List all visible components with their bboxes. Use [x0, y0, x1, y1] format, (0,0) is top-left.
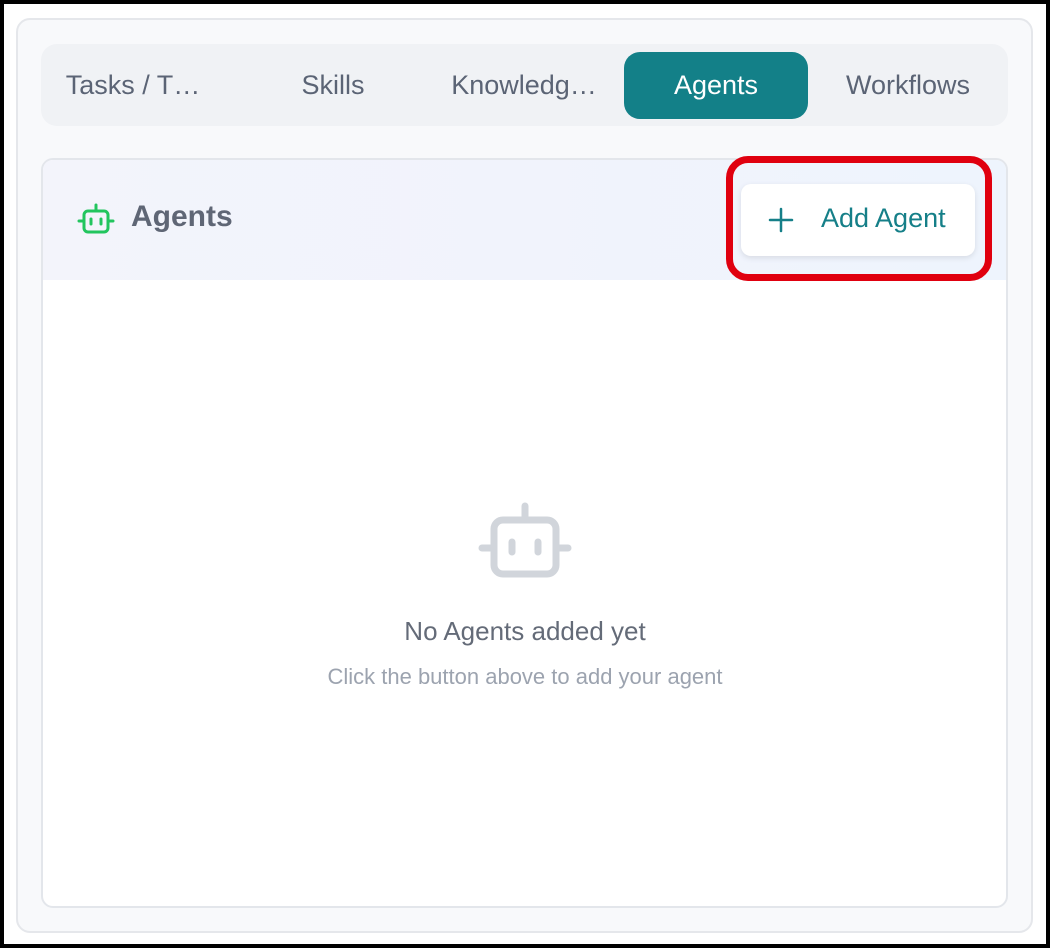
robot-icon	[77, 203, 115, 234]
tab-workflows[interactable]: Workflows	[822, 52, 994, 119]
empty-state-subtitle: Click the button above to add your agent	[327, 664, 723, 689]
empty-state-title: No Agents added yet	[404, 616, 646, 646]
robot-icon	[478, 502, 572, 578]
tab-tasks[interactable]: Tasks / T…	[45, 52, 221, 119]
tab-agents[interactable]: Agents	[624, 52, 808, 119]
section-title: Agents	[131, 200, 233, 233]
tab-skills[interactable]: Skills	[245, 52, 421, 119]
plus-icon	[768, 207, 794, 233]
add-agent-label: Add Agent	[821, 203, 946, 233]
card-header: Agents Add Agent	[43, 160, 1006, 280]
tab-knowledge[interactable]: Knowledg…	[435, 52, 613, 119]
add-agent-button[interactable]: Add Agent	[741, 184, 975, 256]
